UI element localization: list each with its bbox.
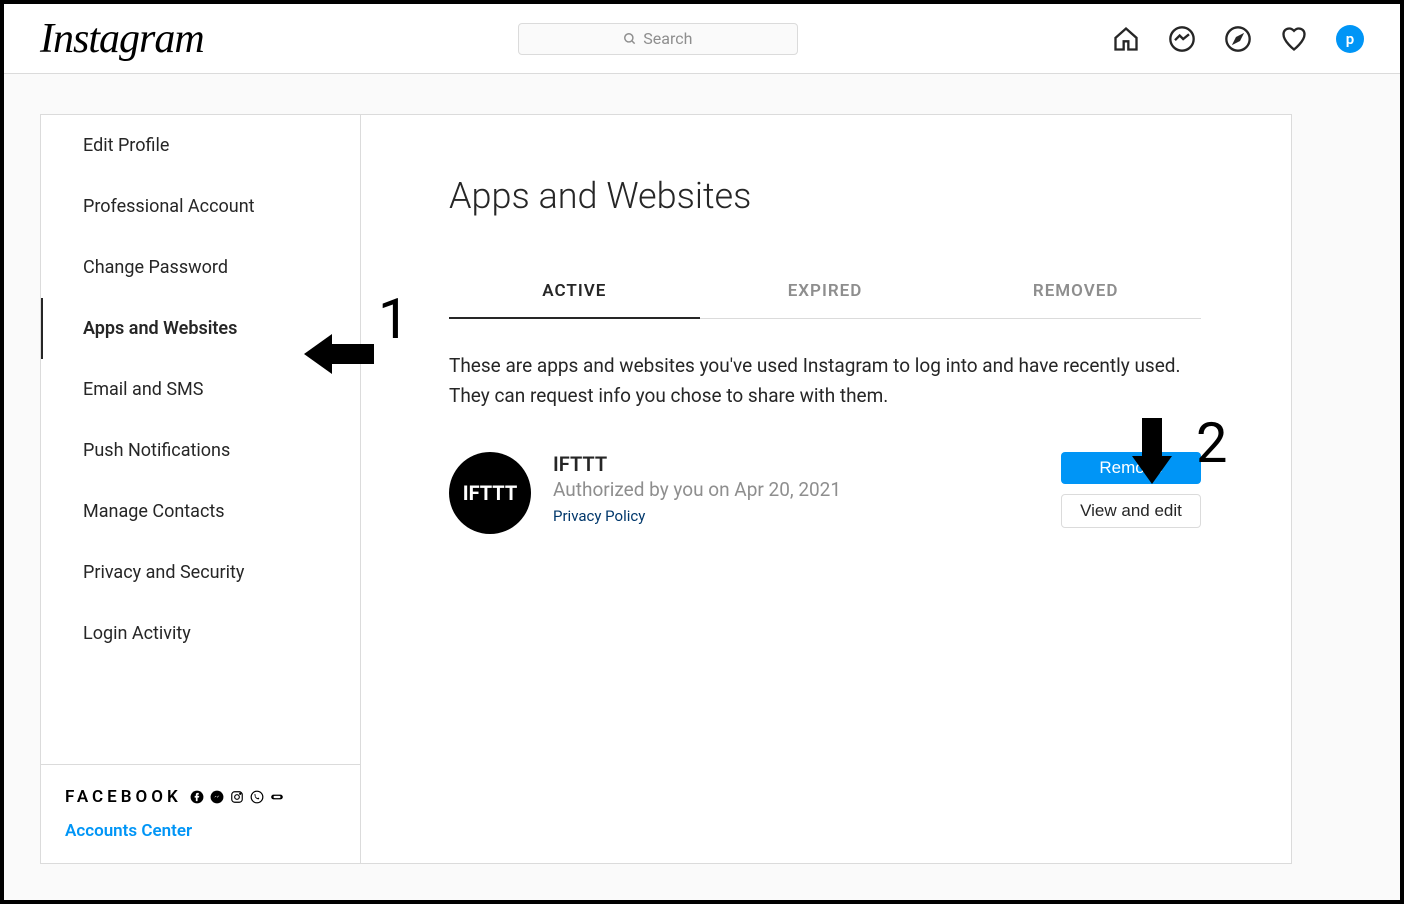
tabs: ACTIVE EXPIRED REMOVED xyxy=(449,265,1201,319)
view-edit-button[interactable]: View and edit xyxy=(1061,494,1201,528)
search-container: Search xyxy=(204,23,1112,55)
sidebar-item-change-password[interactable]: Change Password xyxy=(41,237,360,298)
accounts-center-link[interactable]: Accounts Center xyxy=(65,821,336,841)
sidebar-item-professional-account[interactable]: Professional Account xyxy=(41,176,360,237)
main-content: Apps and Websites ACTIVE EXPIRED REMOVED… xyxy=(361,115,1291,863)
sidebar-item-apps-websites[interactable]: Apps and Websites xyxy=(41,298,360,359)
activity-icon[interactable] xyxy=(1280,25,1308,53)
facebook-brand-row: FACEBOOK xyxy=(65,787,336,807)
search-input[interactable]: Search xyxy=(518,23,798,55)
sidebar-item-login-activity[interactable]: Login Activity xyxy=(41,603,360,664)
page-title: Apps and Websites xyxy=(449,175,1201,217)
tab-expired[interactable]: EXPIRED xyxy=(700,265,951,318)
search-icon xyxy=(623,32,637,46)
explore-icon[interactable] xyxy=(1224,25,1252,53)
sidebar-item-email-sms[interactable]: Email and SMS xyxy=(41,359,360,420)
sidebar-item-push-notifications[interactable]: Push Notifications xyxy=(41,420,360,481)
home-icon[interactable] xyxy=(1112,25,1140,53)
nav-icons: p xyxy=(1112,25,1364,53)
sidebar-item-manage-contacts[interactable]: Manage Contacts xyxy=(41,481,360,542)
settings-sidebar: Edit Profile Professional Account Change… xyxy=(41,115,361,863)
app-icon-ifttt: IFTTT xyxy=(449,452,531,534)
tab-removed[interactable]: REMOVED xyxy=(950,265,1201,318)
profile-avatar[interactable]: p xyxy=(1336,25,1364,53)
instagram-small-icon xyxy=(230,790,244,804)
facebook-family-icons xyxy=(190,790,284,804)
sidebar-item-edit-profile[interactable]: Edit Profile xyxy=(41,115,360,176)
facebook-brand: FACEBOOK xyxy=(65,787,182,807)
facebook-icon xyxy=(190,790,204,804)
oculus-icon xyxy=(270,790,284,804)
whatsapp-icon xyxy=(250,790,264,804)
tab-active[interactable]: ACTIVE xyxy=(449,265,700,319)
app-actions: Remove View and edit xyxy=(1061,452,1201,528)
tab-description: These are apps and websites you've used … xyxy=(449,351,1201,412)
sidebar-item-privacy-security[interactable]: Privacy and Security xyxy=(41,542,360,603)
top-navigation: Instagram Search p xyxy=(4,4,1400,74)
app-authorized-text: Authorized by you on Apr 20, 2021 xyxy=(553,478,1039,501)
app-info: IFTTT Authorized by you on Apr 20, 2021 … xyxy=(553,452,1039,525)
instagram-logo[interactable]: Instagram xyxy=(40,15,204,63)
messenger-icon[interactable] xyxy=(1168,25,1196,53)
sidebar-footer: FACEBOOK Accounts Center xyxy=(41,764,360,863)
app-row: IFTTT IFTTT Authorized by you on Apr 20,… xyxy=(449,452,1201,534)
remove-button[interactable]: Remove xyxy=(1061,452,1201,484)
messenger-small-icon xyxy=(210,790,224,804)
app-name: IFTTT xyxy=(553,452,1039,476)
settings-container: Edit Profile Professional Account Change… xyxy=(40,114,1292,864)
app-privacy-link[interactable]: Privacy Policy xyxy=(553,507,1039,525)
search-placeholder: Search xyxy=(643,29,692,48)
